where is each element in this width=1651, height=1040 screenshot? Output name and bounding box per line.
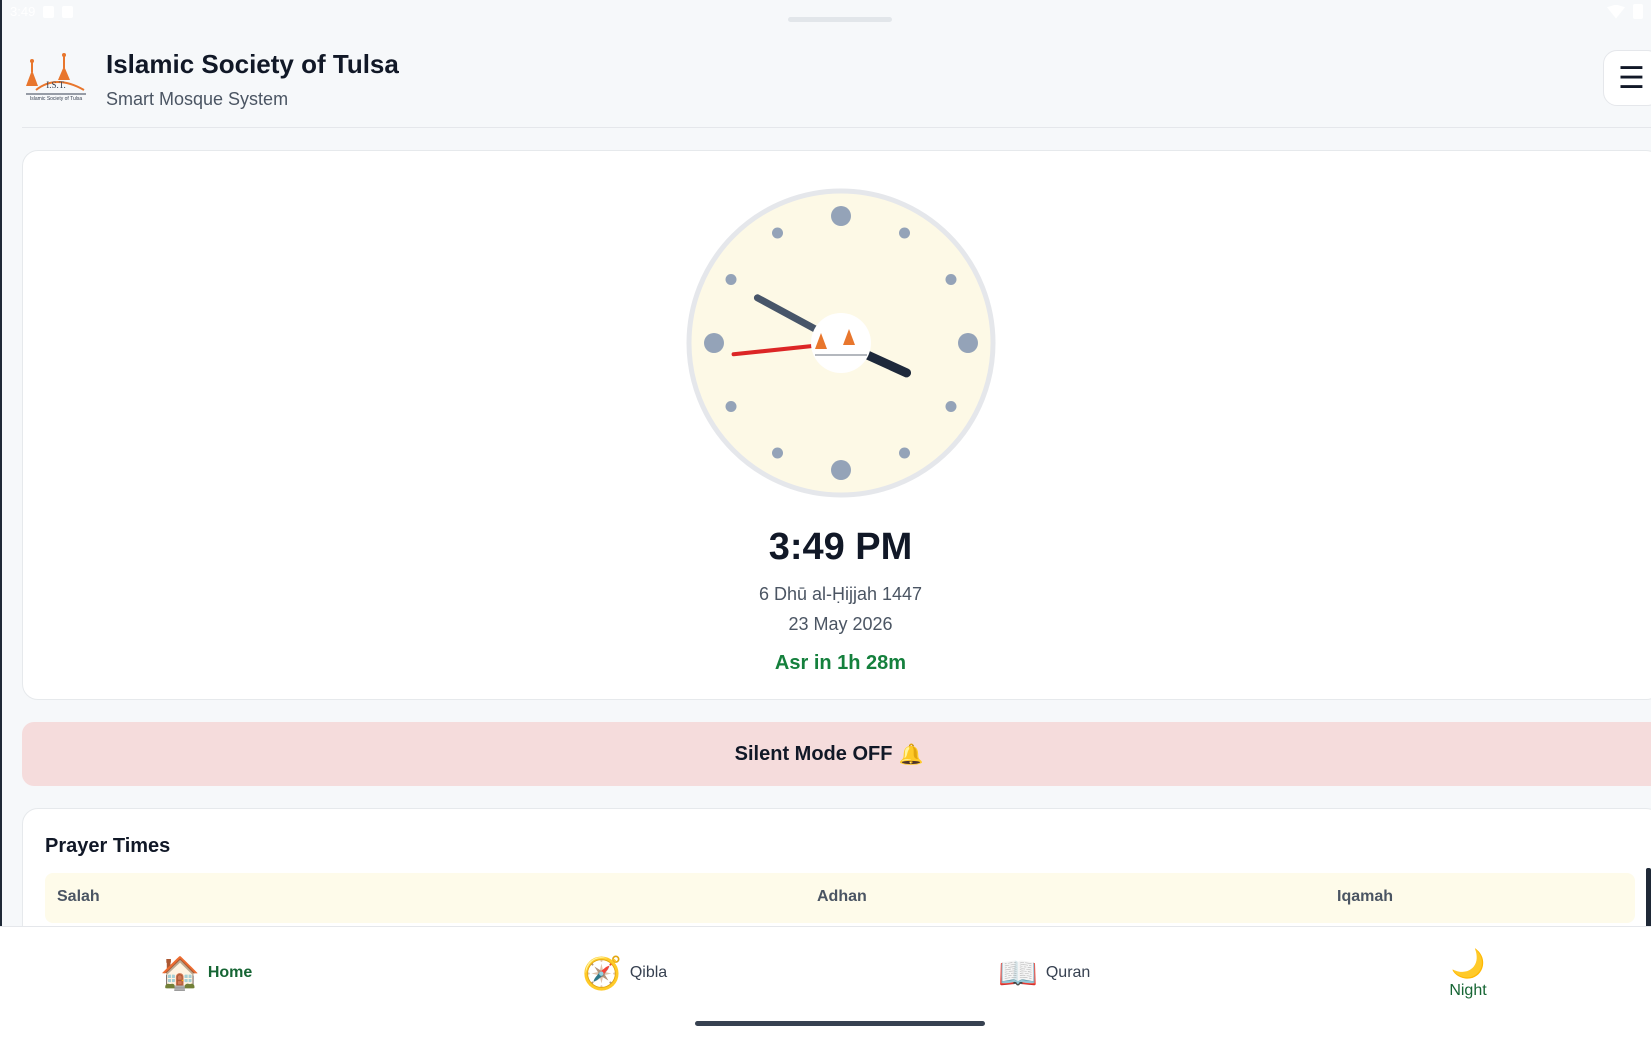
nav-qibla[interactable]: 🧭 Qibla: [582, 957, 667, 989]
house-icon: 🏠: [160, 955, 200, 991]
gregorian-date: 23 May 2026: [788, 614, 893, 634]
menu-button[interactable]: ☰: [1603, 50, 1651, 106]
compass-icon: 🧭: [582, 955, 622, 991]
app-title: Islamic Society of Tulsa: [106, 49, 399, 79]
hijri-date: 6 Dhū al-Ḥijjah 1447: [758, 584, 923, 604]
nav-quran-label: Quran: [1045, 964, 1091, 981]
nav-qibla-label: Qibla: [629, 964, 668, 981]
notification-icon-2: [62, 5, 74, 18]
notification-icon: [43, 5, 55, 18]
status-bar: 3:49: [0, 0, 1651, 26]
nav-home[interactable]: 🏠 Home: [160, 957, 252, 989]
drag-handle[interactable]: [788, 17, 892, 22]
moon-icon: 🌙: [1450, 948, 1486, 979]
clock-card: 3:49 PM 6 Dhū al-Ḥijjah 1447 23 May 2026…: [22, 150, 1651, 700]
hamburger-icon: ☰: [1618, 61, 1645, 95]
hour-marker: [958, 333, 978, 353]
nav-home-label: Home: [207, 964, 253, 981]
column-iqamah: Iqamah: [1337, 888, 1394, 905]
hour-marker: [945, 274, 957, 285]
column-salah: Salah: [57, 888, 100, 905]
book-icon: 📖: [998, 955, 1038, 991]
prayer-table-header: Salah Adhan Iqamah: [45, 873, 1635, 923]
hour-marker: [772, 447, 783, 459]
hour-marker: [772, 227, 783, 239]
app-header: I.S.T. Islamic Society of Tulsa Islamic …: [22, 40, 1651, 128]
wifi-icon: [1607, 4, 1625, 19]
hour-marker: [899, 447, 910, 459]
app-screen: 3:49 I.S.T. Islamic Society of Tulsa Isl…: [0, 0, 1651, 1040]
analog-clock: [686, 188, 996, 498]
home-indicator[interactable]: [695, 1021, 985, 1026]
column-adhan: Adhan: [817, 888, 867, 905]
nav-quran[interactable]: 📖 Quran: [998, 957, 1090, 989]
window-edge: [0, 0, 2, 1040]
silent-mode-toggle[interactable]: Silent Mode OFF 🔔: [22, 722, 1651, 786]
status-time: 3:49: [10, 4, 36, 19]
status-left: 3:49: [10, 4, 74, 19]
hour-marker: [831, 206, 851, 226]
hour-marker: [725, 401, 737, 412]
battery-icon: [1633, 4, 1643, 19]
next-prayer-countdown: Asr in 1h 28m: [774, 652, 907, 674]
hour-marker: [899, 227, 910, 239]
hour-marker: [831, 460, 851, 480]
bell-icon: 🔔: [898, 743, 924, 766]
prayer-times-title: Prayer Times: [45, 835, 171, 857]
app-subtitle: Smart Mosque System: [106, 89, 289, 109]
hour-marker: [704, 333, 724, 353]
hour-marker: [945, 401, 957, 412]
mosque-logo: I.S.T. Islamic Society of Tulsa: [26, 53, 86, 102]
status-right: [1607, 4, 1643, 19]
nav-night-label: Night: [1449, 982, 1487, 999]
logo-text: I.S.T.: [46, 80, 66, 90]
current-time: 3:49 PM: [768, 526, 913, 568]
logo-caption: Islamic Society of Tulsa: [30, 96, 82, 102]
nav-night[interactable]: 🌙 Night: [1436, 947, 1500, 1000]
silent-mode-label: Silent Mode OFF: [734, 742, 893, 765]
hour-marker: [725, 274, 737, 285]
